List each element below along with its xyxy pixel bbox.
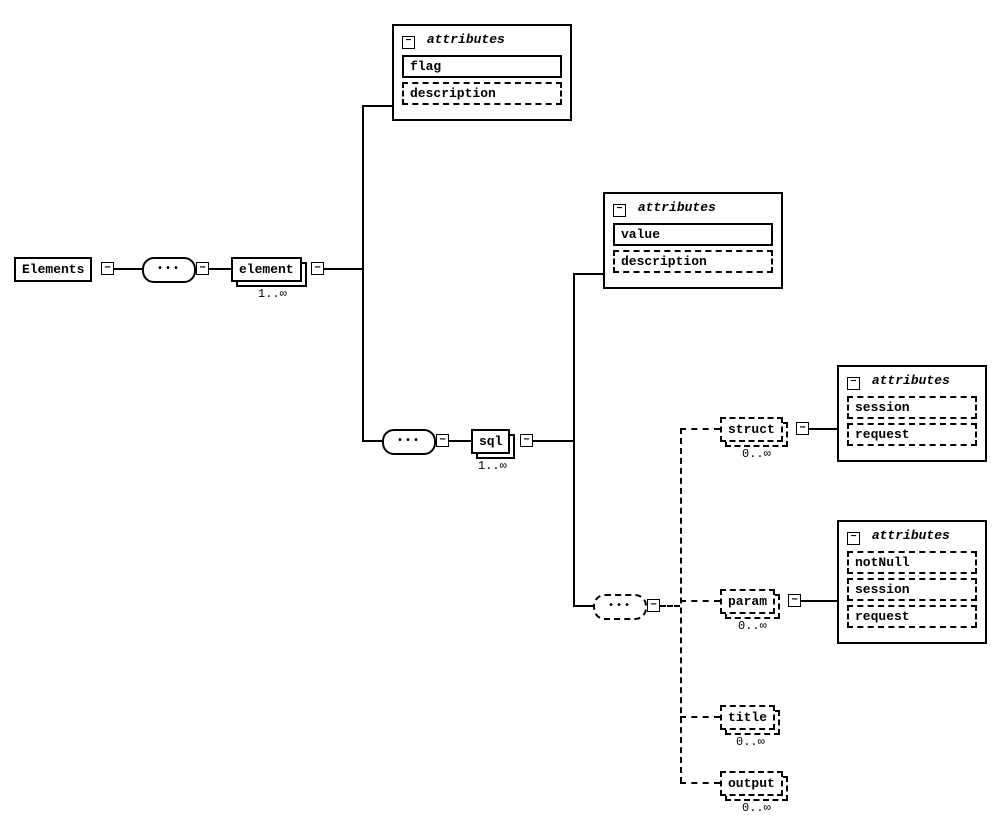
schema-diagram: Elements − − element − 1..∞ − attributes… — [0, 0, 1000, 836]
panel-struct-attrs-header: − attributes — [847, 373, 977, 390]
expander-seq-2[interactable]: − — [436, 434, 449, 447]
connector — [573, 273, 575, 606]
expander-element-attrs[interactable]: − — [402, 36, 415, 49]
connector — [573, 605, 593, 607]
connector — [209, 268, 231, 270]
attr-struct-request: request — [847, 423, 977, 446]
cardinality-param: 0..∞ — [738, 619, 767, 633]
attr-description: description — [402, 82, 562, 105]
node-sql-label: sql — [479, 434, 502, 449]
compositor-seq-3 — [593, 594, 647, 620]
connector — [680, 782, 720, 784]
connector — [362, 440, 382, 442]
attr-param-session: session — [847, 578, 977, 601]
node-elements-label: Elements — [22, 262, 84, 277]
panel-element-attrs-title: attributes — [427, 32, 505, 47]
expander-sql[interactable]: − — [520, 434, 533, 447]
node-title: title — [720, 705, 775, 730]
panel-struct-attrs-title: attributes — [872, 373, 950, 388]
connector — [801, 600, 837, 602]
attr-struct-session: session — [847, 396, 977, 419]
node-struct-label: struct — [728, 422, 775, 437]
connector — [114, 268, 142, 270]
expander-seq-1[interactable]: − — [196, 262, 209, 275]
expander-elements[interactable]: − — [101, 262, 114, 275]
node-output: output — [720, 771, 783, 796]
attr-flag: flag — [402, 55, 562, 78]
connector — [573, 273, 603, 275]
cardinality-sql: 1..∞ — [478, 459, 507, 473]
node-elements: Elements — [14, 257, 92, 282]
connector — [533, 440, 573, 442]
panel-struct-attributes: − attributes session request — [837, 365, 987, 462]
cardinality-struct: 0..∞ — [742, 447, 771, 461]
expander-struct-attrs[interactable]: − — [847, 377, 860, 390]
panel-sql-attributes: − attributes value description — [603, 192, 783, 289]
panel-param-attrs-title: attributes — [872, 528, 950, 543]
cardinality-output: 0..∞ — [742, 801, 771, 815]
node-param-label: param — [728, 594, 767, 609]
compositor-seq-2 — [382, 429, 436, 455]
panel-element-attrs-header: − attributes — [402, 32, 562, 49]
connector — [362, 105, 364, 441]
node-element: element — [231, 257, 302, 282]
expander-param-attrs[interactable]: − — [847, 532, 860, 545]
panel-sql-attrs-title: attributes — [638, 200, 716, 215]
expander-element[interactable]: − — [311, 262, 324, 275]
expander-seq-3[interactable]: − — [647, 599, 660, 612]
cardinality-title: 0..∞ — [736, 735, 765, 749]
expander-sql-attrs[interactable]: − — [613, 204, 626, 217]
connector — [660, 605, 680, 607]
node-title-label: title — [728, 710, 767, 725]
connector — [680, 428, 682, 783]
node-param: param — [720, 589, 775, 614]
attr-param-request: request — [847, 605, 977, 628]
cardinality-element: 1..∞ — [258, 287, 287, 301]
node-struct: struct — [720, 417, 783, 442]
panel-sql-attrs-header: − attributes — [613, 200, 773, 217]
panel-param-attrs-header: − attributes — [847, 528, 977, 545]
panel-element-attributes: − attributes flag description — [392, 24, 572, 121]
compositor-seq-1 — [142, 257, 196, 283]
connector — [324, 268, 362, 270]
node-element-label: element — [239, 262, 294, 277]
connector — [362, 105, 392, 107]
node-sql: sql — [471, 429, 510, 454]
connector — [809, 428, 837, 430]
connector — [680, 428, 720, 430]
panel-param-attributes: − attributes notNull session request — [837, 520, 987, 644]
expander-param[interactable]: − — [788, 594, 801, 607]
attr-param-notnull: notNull — [847, 551, 977, 574]
connector — [449, 440, 471, 442]
attr-sql-description: description — [613, 250, 773, 273]
connector — [680, 716, 720, 718]
attr-value: value — [613, 223, 773, 246]
expander-struct[interactable]: − — [796, 422, 809, 435]
connector — [680, 600, 720, 602]
node-output-label: output — [728, 776, 775, 791]
